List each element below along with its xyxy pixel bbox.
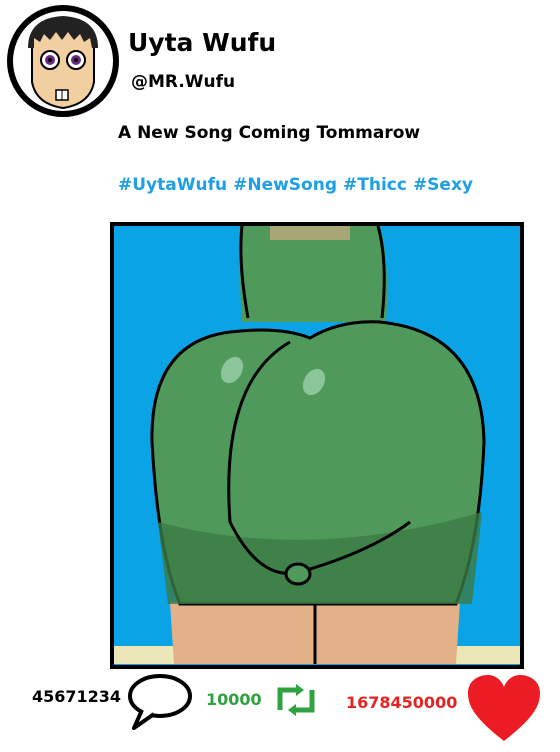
- like-count: 1678450000: [346, 693, 458, 712]
- hashtag-newsong[interactable]: #NewSong: [233, 175, 337, 195]
- speech-bubble-icon[interactable]: [122, 672, 194, 732]
- hashtag-sexy[interactable]: #Sexy: [413, 175, 473, 195]
- avatar[interactable]: [6, 4, 120, 118]
- heart-icon[interactable]: [466, 673, 542, 745]
- user-handle[interactable]: @MR.Wufu: [131, 72, 235, 92]
- retweet-count: 10000: [206, 690, 262, 709]
- hashtag-uytawufu[interactable]: #UytaWufu: [118, 175, 227, 195]
- post-text: A New Song Coming Tommarow: [118, 123, 421, 143]
- hashtags: #UytaWufu #NewSong #Thicc #Sexy: [118, 175, 479, 195]
- hashtag-thicc[interactable]: #Thicc: [343, 175, 407, 195]
- retweet-arrows-icon[interactable]: [272, 680, 320, 720]
- reply-count: 45671234: [32, 687, 122, 706]
- post-image[interactable]: [110, 222, 524, 669]
- display-name[interactable]: Uyta Wufu: [128, 28, 276, 57]
